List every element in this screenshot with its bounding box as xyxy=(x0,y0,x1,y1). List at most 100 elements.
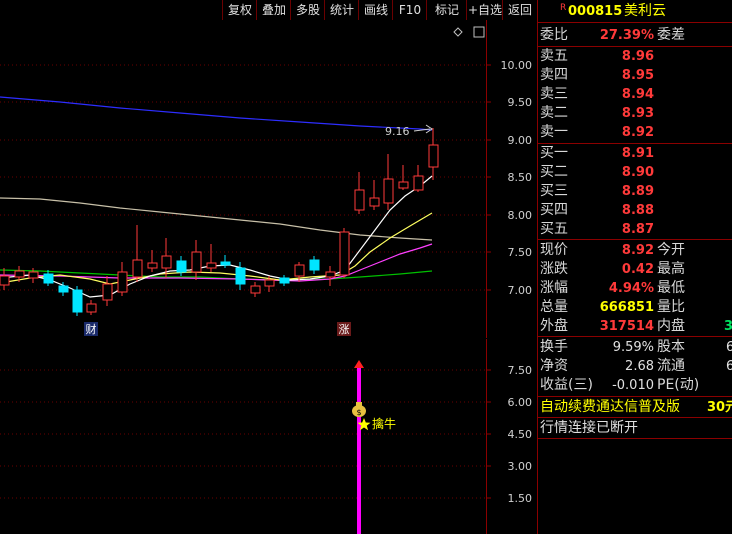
toolbar-button-back[interactable]: 返回 xyxy=(502,0,537,20)
fundamental-row: 收益(三) -0.010 PE(动) xyxy=(538,376,732,395)
fund-label2: 股本 xyxy=(657,339,685,355)
price-tick: 8.00 xyxy=(508,209,533,222)
ma-value-label: 9.16 xyxy=(385,125,410,138)
bid-row[interactable]: 买一 8.91 xyxy=(538,144,732,163)
ask-label: 卖一 xyxy=(540,124,568,140)
weibi-label: 委比 xyxy=(540,27,568,43)
stat-label: 涨跌 xyxy=(540,261,568,277)
stat-label2: 内盘 xyxy=(657,318,685,334)
fund-value: -0.010 xyxy=(612,378,654,393)
bid-price: 8.91 xyxy=(621,146,654,161)
svg-text:$: $ xyxy=(356,408,361,417)
ma-line-yellow xyxy=(0,212,433,285)
ad-banner[interactable]: 自动续费通达信普及版 30元 xyxy=(538,398,732,417)
stat-label2: 今开 xyxy=(657,242,685,258)
ma-line-tan xyxy=(0,197,433,241)
indicator-tick: 7.50 xyxy=(508,364,533,377)
money-bag-icon: $ xyxy=(352,402,366,417)
ask-price: 8.92 xyxy=(621,125,654,140)
price-tick: 10.00 xyxy=(501,59,533,72)
fund-label2: 流通 xyxy=(657,358,685,374)
ask-label: 卖五 xyxy=(540,48,568,64)
r-badge: R xyxy=(560,3,567,13)
toolbar-button-biaoji[interactable]: 标记 xyxy=(426,0,467,20)
stat-label: 总量 xyxy=(540,299,568,315)
fundamental-row: 净资 2.68 流通 6 xyxy=(538,357,732,376)
bid-price: 8.90 xyxy=(621,165,654,180)
stat-row: 现价 8.92 今开 xyxy=(538,241,732,260)
toolbar-button-huaxian[interactable]: 画线 xyxy=(358,0,393,20)
fund-label: 净资 xyxy=(540,358,568,374)
square-icon[interactable] xyxy=(473,26,485,38)
bid-label: 买四 xyxy=(540,202,568,218)
ad-price[interactable]: 30元 xyxy=(707,398,732,417)
signal-bar xyxy=(357,366,361,534)
price-tick: 7.50 xyxy=(508,246,533,259)
toolbar-button-tongji[interactable]: 统计 xyxy=(324,0,359,20)
ask-label: 卖三 xyxy=(540,86,568,102)
fund-value: 9.59% xyxy=(612,340,654,355)
fund-value2: 6 xyxy=(726,340,732,355)
stat-row: 外盘 317514 内盘 3 xyxy=(538,317,732,336)
stat-row: 涨跌 0.42 最高 xyxy=(538,260,732,279)
ask-row[interactable]: 卖四 8.95 xyxy=(538,66,732,85)
ask-price: 8.93 xyxy=(621,106,654,121)
stat-value: 4.94% xyxy=(608,281,654,296)
chart-toolbar: 复权 叠加 多股 统计 画线 F10 标记 +自选 返回 xyxy=(0,0,536,20)
stock-name: 美利云 xyxy=(624,3,666,19)
stat-row: 总量 666851 量比 xyxy=(538,298,732,317)
fund-label: 换手 xyxy=(540,339,568,355)
fundamental-row: 换手 9.59% 股本 6 xyxy=(538,338,732,357)
stat-label: 涨幅 xyxy=(540,280,568,296)
toolbar-button-add-watchlist[interactable]: +自选 xyxy=(466,0,503,20)
stat-row: 涨幅 4.94% 最低 xyxy=(538,279,732,298)
ask-row[interactable]: 卖二 8.93 xyxy=(538,104,732,123)
stat-value: 317514 xyxy=(599,319,654,334)
fund-value: 2.68 xyxy=(625,359,654,374)
bid-row[interactable]: 买二 8.90 xyxy=(538,163,732,182)
status-text: 行情连接已断开 xyxy=(540,420,638,436)
quote-panel: R 000815 美利云 委比 27.39% 委差 卖五 8.96 卖四 8.9… xyxy=(537,0,732,534)
price-tick: 9.50 xyxy=(508,96,533,109)
toolbar-button-f10[interactable]: F10 xyxy=(392,0,427,20)
weicha-label: 委差 xyxy=(657,27,685,43)
ask-label: 卖二 xyxy=(540,105,568,121)
bid-label: 买三 xyxy=(540,183,568,199)
ask-row[interactable]: 卖一 8.92 xyxy=(538,123,732,142)
indicator-tick: 3.00 xyxy=(508,460,533,473)
stat-value2: 3 xyxy=(724,319,732,334)
ask-row[interactable]: 卖五 8.96 xyxy=(538,47,732,66)
stat-label2: 最低 xyxy=(657,280,685,296)
bid-label: 买一 xyxy=(540,145,568,161)
diamond-icon[interactable] xyxy=(453,27,463,37)
ask-row[interactable]: 卖三 8.94 xyxy=(538,85,732,104)
marker-cai-text: 财 xyxy=(86,322,97,336)
bid-row[interactable]: 买三 8.89 xyxy=(538,182,732,201)
toolbar-button-fuquan[interactable]: 复权 xyxy=(222,0,257,20)
ask-price: 8.96 xyxy=(621,49,654,64)
indicator-chart[interactable]: 7.50 6.00 4.50 3.00 1.50 $ 擒牛 xyxy=(0,339,537,534)
indicator-tick: 6.00 xyxy=(508,396,533,409)
candlestick-chart[interactable]: 10.00 9.50 9.00 8.50 8.00 7.50 7.00 9.16… xyxy=(0,20,537,338)
ask-label: 卖四 xyxy=(540,67,568,83)
toolbar-button-duogu[interactable]: 多股 xyxy=(290,0,325,20)
bid-row[interactable]: 买四 8.88 xyxy=(538,201,732,220)
bid-label: 买五 xyxy=(540,221,568,237)
stat-value: 666851 xyxy=(599,300,654,315)
ask-price: 8.94 xyxy=(621,87,654,102)
bid-price: 8.88 xyxy=(621,203,654,218)
price-gridlines xyxy=(0,64,486,291)
stock-header: R 000815 美利云 xyxy=(538,2,732,21)
toolbar-button-diejia[interactable]: 叠加 xyxy=(256,0,291,20)
stat-value: 0.42 xyxy=(621,262,654,277)
indicator-gridlines xyxy=(0,369,486,499)
stat-label: 现价 xyxy=(540,242,568,258)
ad-text[interactable]: 自动续费通达信普及版 xyxy=(540,398,680,417)
stat-label2: 量比 xyxy=(657,299,685,315)
candle xyxy=(43,255,320,316)
stock-code: 000815 xyxy=(568,4,623,19)
signal-label: 擒牛 xyxy=(372,416,396,431)
fund-value2: 6 xyxy=(726,359,732,374)
indicator-tick: 4.50 xyxy=(508,428,533,441)
bid-row[interactable]: 买五 8.87 xyxy=(538,220,732,239)
